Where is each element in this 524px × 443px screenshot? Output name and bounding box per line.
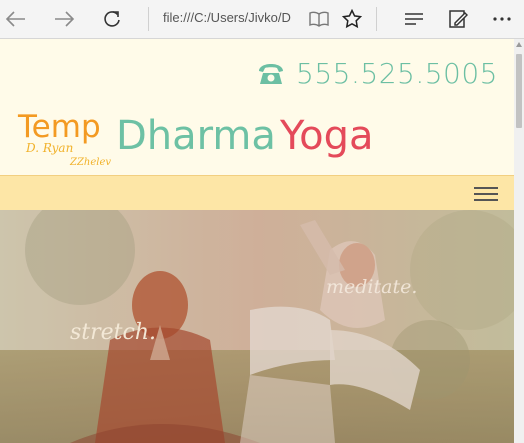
logo-signature-line1: D. Ryan — [26, 141, 74, 155]
logo-dharma: Dharma — [116, 113, 276, 159]
hero-image: stretch. meditate. — [0, 210, 514, 443]
forward-arrow-icon[interactable] — [51, 6, 77, 32]
web-page: 555.525.5005 Temp Dharma Yoga D. Ryan ZZ… — [0, 39, 514, 443]
back-arrow-icon[interactable] — [3, 6, 29, 32]
hero-caption-meditate: meditate. — [326, 276, 418, 298]
logo-yoga: Yoga — [280, 113, 374, 159]
refresh-icon[interactable] — [99, 6, 125, 32]
navigation-bar — [0, 175, 514, 213]
scrollbar-thumb[interactable] — [516, 54, 522, 128]
more-icon[interactable] — [489, 6, 515, 32]
toolbar-divider — [148, 7, 149, 31]
browser-toolbar: file:///C:/Users/Jivko/D — [0, 0, 524, 39]
phone-icon — [259, 63, 284, 84]
logo-signature-line2: ZZhelev — [70, 157, 112, 168]
favorite-star-icon[interactable] — [339, 6, 365, 32]
address-bar[interactable]: file:///C:/Users/Jivko/D — [163, 10, 295, 25]
hamburger-menu-icon[interactable] — [474, 187, 498, 201]
toolbar-divider — [376, 7, 377, 31]
hero-caption-stretch: stretch. — [70, 320, 156, 345]
reading-view-icon[interactable] — [306, 6, 332, 32]
phone-number: 555.525.5005 — [296, 57, 498, 90]
logo-temp: Temp — [18, 109, 101, 145]
web-note-icon[interactable] — [445, 6, 471, 32]
scroll-up-arrow-icon[interactable] — [516, 42, 522, 47]
hub-icon[interactable] — [401, 6, 427, 32]
vertical-scrollbar[interactable] — [514, 39, 524, 443]
phone-contact[interactable]: 555.525.5005 — [256, 57, 498, 90]
